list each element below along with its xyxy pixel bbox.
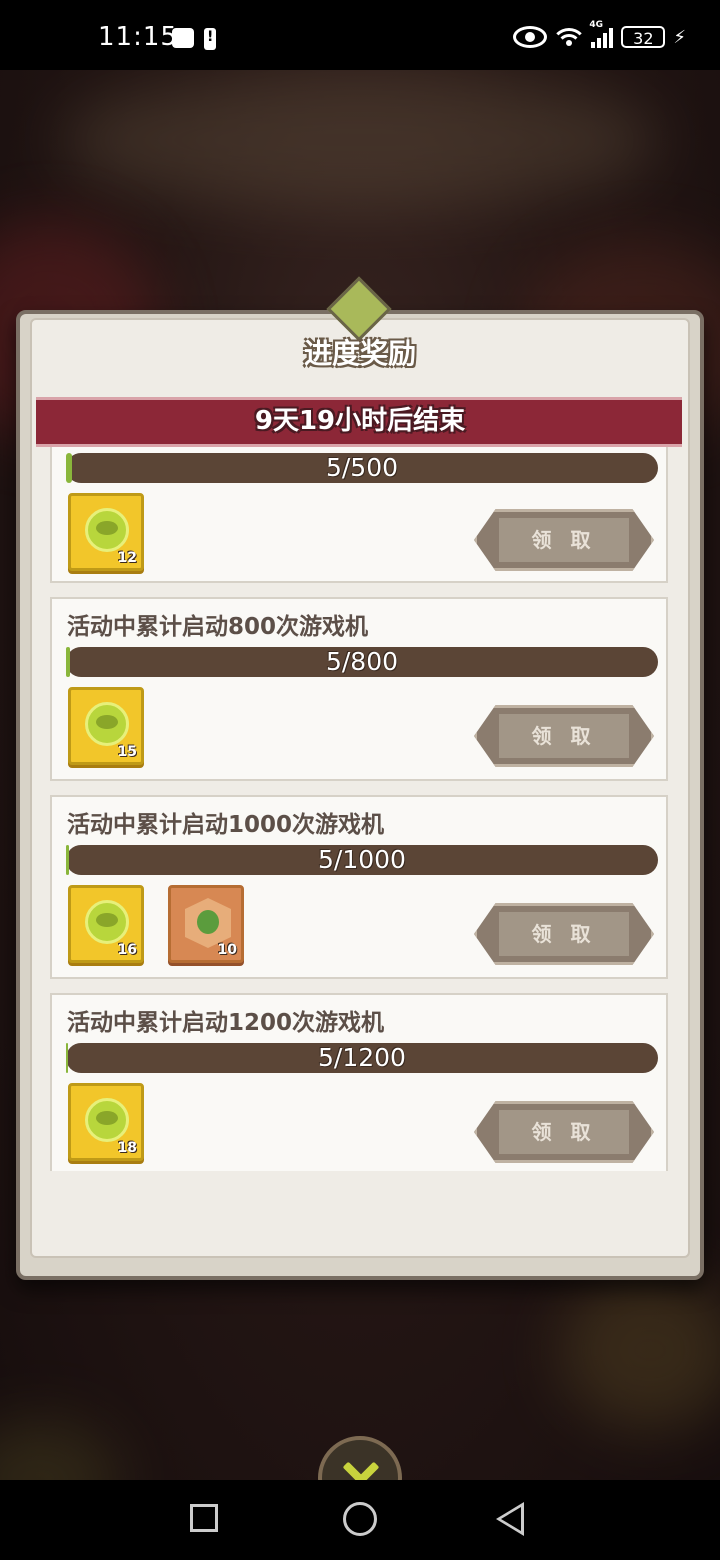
claim-button-label: 领 取 [531,1120,597,1144]
task-title: 活动中累计启动1000次游戏机 [67,812,385,838]
status-bar: 11:15 4G 32 ⚡ [0,0,720,70]
coin-icon [85,702,129,746]
task-card-800: 活动中累计启动800次游戏机 5/800 15 领 取 [50,597,668,781]
claim-button[interactable]: 领 取 [474,705,654,767]
reward-item[interactable]: 18 [68,1083,144,1161]
claim-button[interactable]: 领 取 [474,509,654,571]
progress-text: 5/800 [325,647,399,676]
reward-count: 18 [117,1140,137,1156]
reward-item[interactable]: 16 [68,885,144,963]
coin-icon [85,508,129,552]
reward-count: 12 [117,550,137,566]
network-type-label: 4G [589,20,604,30]
claim-button-label: 领 取 [531,528,597,552]
countdown-text: 9天19小时后结束 [254,406,466,436]
task-title: 活动中累计启动800次游戏机 [67,614,369,640]
coin-icon [85,900,129,944]
alert-notification-icon [204,28,216,50]
app-notification-icon [172,28,194,48]
status-icons-left [172,28,216,50]
progress-text: 5/1200 [318,1043,406,1072]
wifi-icon [555,26,584,48]
reward-item[interactable]: 12 [68,493,144,571]
task-card-500: 5/500 12 领 取 [50,447,668,583]
progress-bar: 5/1200 [66,1043,658,1073]
progress-text: 5/500 [325,453,399,482]
task-title: 活动中累计启动1200次游戏机 [67,1010,385,1036]
reward-item[interactable]: 15 [68,687,144,765]
reward-count: 15 [117,744,137,760]
claim-button[interactable]: 领 取 [474,903,654,965]
claim-button[interactable]: 领 取 [474,1101,654,1163]
progress-bar: 5/800 [66,647,658,677]
task-card-1200: 活动中累计启动1200次游戏机 5/1200 18 领 取 [50,993,668,1171]
recent-apps-button[interactable] [190,1504,218,1532]
battery-icon: 32 [621,26,666,48]
status-time: 11:15 [98,22,178,52]
panel-title: 进度奖励 [303,337,416,370]
progress-bar: 5/1000 [66,845,658,875]
back-button[interactable] [496,1502,524,1536]
task-card-1000: 活动中累计启动1000次游戏机 5/1000 16 10 领 取 [50,795,668,979]
home-button[interactable] [343,1502,377,1536]
status-icons-right: 4G 32 ⚡ [513,20,686,48]
eye-comfort-icon [513,26,548,48]
claim-button-label: 领 取 [531,922,597,946]
reward-count: 16 [117,942,137,958]
claim-button-label: 领 取 [531,724,597,748]
charging-icon: ⚡ [673,26,686,48]
reward-item[interactable]: 10 [168,885,244,963]
reward-count: 10 [217,942,237,958]
task-list[interactable]: 5/500 12 领 取 活动中累计启动800次游戏机 5/800 15 领 取… [50,447,670,1171]
cellular-signal-icon: 4G [589,20,614,48]
progress-text: 5/1000 [318,845,406,874]
progress-bar: 5/500 [66,453,658,483]
coin-icon [85,1098,129,1142]
frog-badge-icon [185,898,231,948]
